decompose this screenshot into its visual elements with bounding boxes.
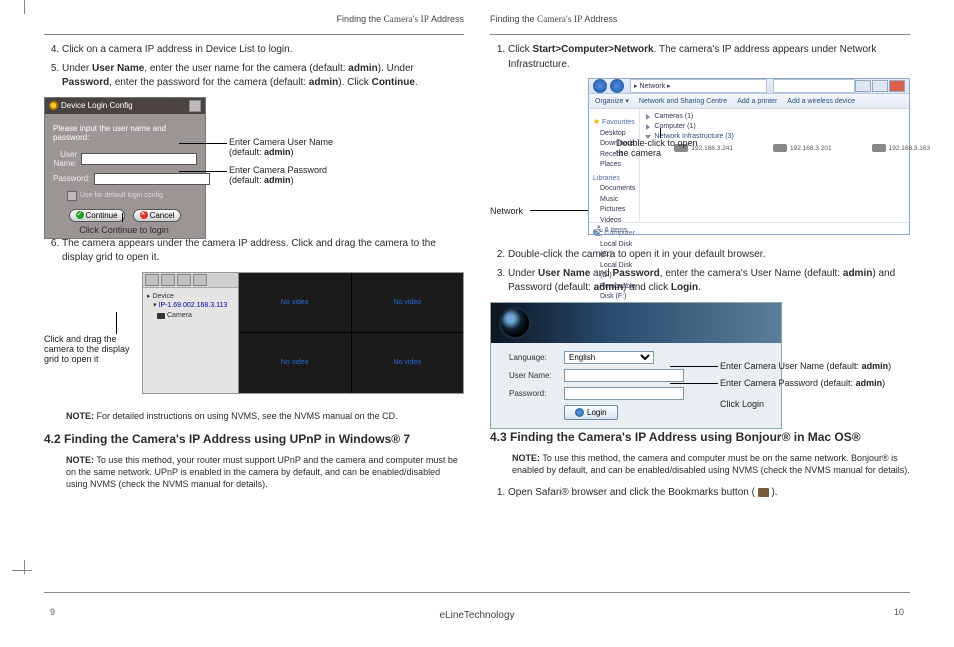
network-device-3[interactable]: 192.168.3.163 <box>872 144 931 152</box>
bookmarks-icon <box>758 488 769 497</box>
wl-pass-label: Password: <box>509 389 564 398</box>
page-left: Finding the Camera's IP Address Click on… <box>20 14 488 625</box>
check-icon <box>76 211 84 219</box>
x-icon <box>140 211 148 219</box>
display-grid[interactable]: No videoNo video No videoNo video <box>239 273 463 393</box>
user-name-input[interactable] <box>81 153 197 165</box>
dialog-prompt: Please input the user name and password: <box>53 124 197 142</box>
step-r2: Double-click the camera to open it in yo… <box>508 248 910 263</box>
footer-brand: eLineTechnology <box>0 610 954 621</box>
camera-tree-item[interactable]: Camera <box>157 311 234 321</box>
explorer-main: Cameras (1) Computer (1) Network Infrast… <box>640 109 936 222</box>
lens-icon <box>499 307 531 339</box>
section-4-3-heading: 4.3 Finding the Camera's IP Address usin… <box>490 430 910 444</box>
steps-list-r3: Open Safari® browser and click the Bookm… <box>490 486 910 501</box>
step-6: The camera appears under the camera IP a… <box>62 237 464 266</box>
login-button[interactable]: Login <box>564 405 618 420</box>
search-input[interactable] <box>773 79 855 93</box>
note-upnp: NOTE: To use this method, your router mu… <box>66 454 464 490</box>
note-bonjour: NOTE: To use this method, the camera and… <box>512 452 910 476</box>
camera-icon <box>157 313 165 319</box>
callout-network-label: Network <box>490 206 523 216</box>
note-nvms: NOTE: For detailed instructions on using… <box>66 410 464 422</box>
wl-user-input[interactable] <box>564 369 684 382</box>
close-icon <box>889 80 905 92</box>
callout-wl-user: Enter Camera User Name (default: admin) <box>720 361 891 371</box>
steps-list-r2: Double-click the camera to open it in yo… <box>490 248 910 296</box>
running-head-left: Finding the Camera's IP Address <box>44 14 464 24</box>
callout-username: Enter Camera User Name (default: admin) <box>229 137 333 157</box>
key-icon <box>575 408 584 417</box>
nav-buttons[interactable] <box>593 79 624 93</box>
steps-list-r1: Click Start>Computer>Network. The camera… <box>490 43 910 72</box>
callout-password: Enter Camera Password (default: admin) <box>229 165 327 185</box>
step-4: Click on a camera IP address in Device L… <box>62 43 464 58</box>
address-bar[interactable]: ▸ Network ▸ <box>630 79 767 93</box>
running-head-right: Finding the Camera's IP Address <box>490 14 910 24</box>
step-r1: Click Start>Computer>Network. The camera… <box>508 43 910 72</box>
caption-continue: Click Continue to login <box>44 225 204 235</box>
cancel-button[interactable]: Cancel <box>133 209 182 222</box>
steps-list-6: The camera appears under the camera IP a… <box>44 237 464 266</box>
page-number-right: 10 <box>894 607 904 617</box>
callout-wl-pass: Enter Camera Password (default: admin) <box>720 378 885 388</box>
password-label: Password: <box>53 174 90 183</box>
language-label: Language: <box>509 353 564 362</box>
callout-drag: Click and drag the camera to the display… <box>44 334 139 364</box>
language-select[interactable]: English <box>564 351 654 364</box>
wl-pass-input[interactable] <box>564 387 684 400</box>
step-5: Under User Name, enter the user name for… <box>62 62 464 91</box>
nvms-window: ▸ Device ▾ IP-1.69.002.168.3.113 Camera … <box>142 272 464 394</box>
network-device-2[interactable]: 192.168.3.201 <box>773 144 832 152</box>
continue-button[interactable]: Continue <box>69 209 125 222</box>
step-safari: Open Safari® browser and click the Bookm… <box>508 486 910 501</box>
explorer-sidebar: ★ Favourites Desktop Downloads Recent Pl… <box>589 109 640 222</box>
default-login-checkbox[interactable]: Use for default login config <box>67 191 197 201</box>
steps-list-4-5: Click on a camera IP address in Device L… <box>44 43 464 91</box>
gear-icon <box>49 101 58 110</box>
dialog-titlebar: Device Login Config <box>45 98 205 114</box>
device-login-dialog: Device Login Config Please input the use… <box>44 97 206 239</box>
device-ip[interactable]: IP-1.69.002.168.3.113 <box>158 302 227 309</box>
page-right: Finding the Camera's IP Address Click St… <box>466 14 934 625</box>
callout-doubleclick: Double-click to open the camera <box>616 138 706 158</box>
section-4-2-heading: 4.2 Finding the Camera's IP Address usin… <box>44 432 464 446</box>
back-icon <box>593 79 607 93</box>
window-controls[interactable] <box>855 80 905 92</box>
password-input[interactable] <box>94 173 210 185</box>
nvms-toolbar <box>143 273 238 288</box>
step-r3: Under User Name and Password, enter the … <box>508 267 910 296</box>
page-number-left: 9 <box>50 607 55 617</box>
callout-wl-login: Click Login <box>720 399 764 409</box>
user-name-label: User Name: <box>53 150 77 168</box>
camera-icon <box>773 144 787 152</box>
forward-icon <box>610 79 624 93</box>
close-icon[interactable] <box>189 100 201 112</box>
device-tree: ▸ Device ▾ IP-1.69.002.168.3.113 Camera <box>143 288 238 325</box>
explorer-toolbar: Organize ▾ Network and Sharing Centre Ad… <box>589 94 909 109</box>
camera-icon <box>872 144 886 152</box>
wl-user-label: User Name: <box>509 371 564 380</box>
